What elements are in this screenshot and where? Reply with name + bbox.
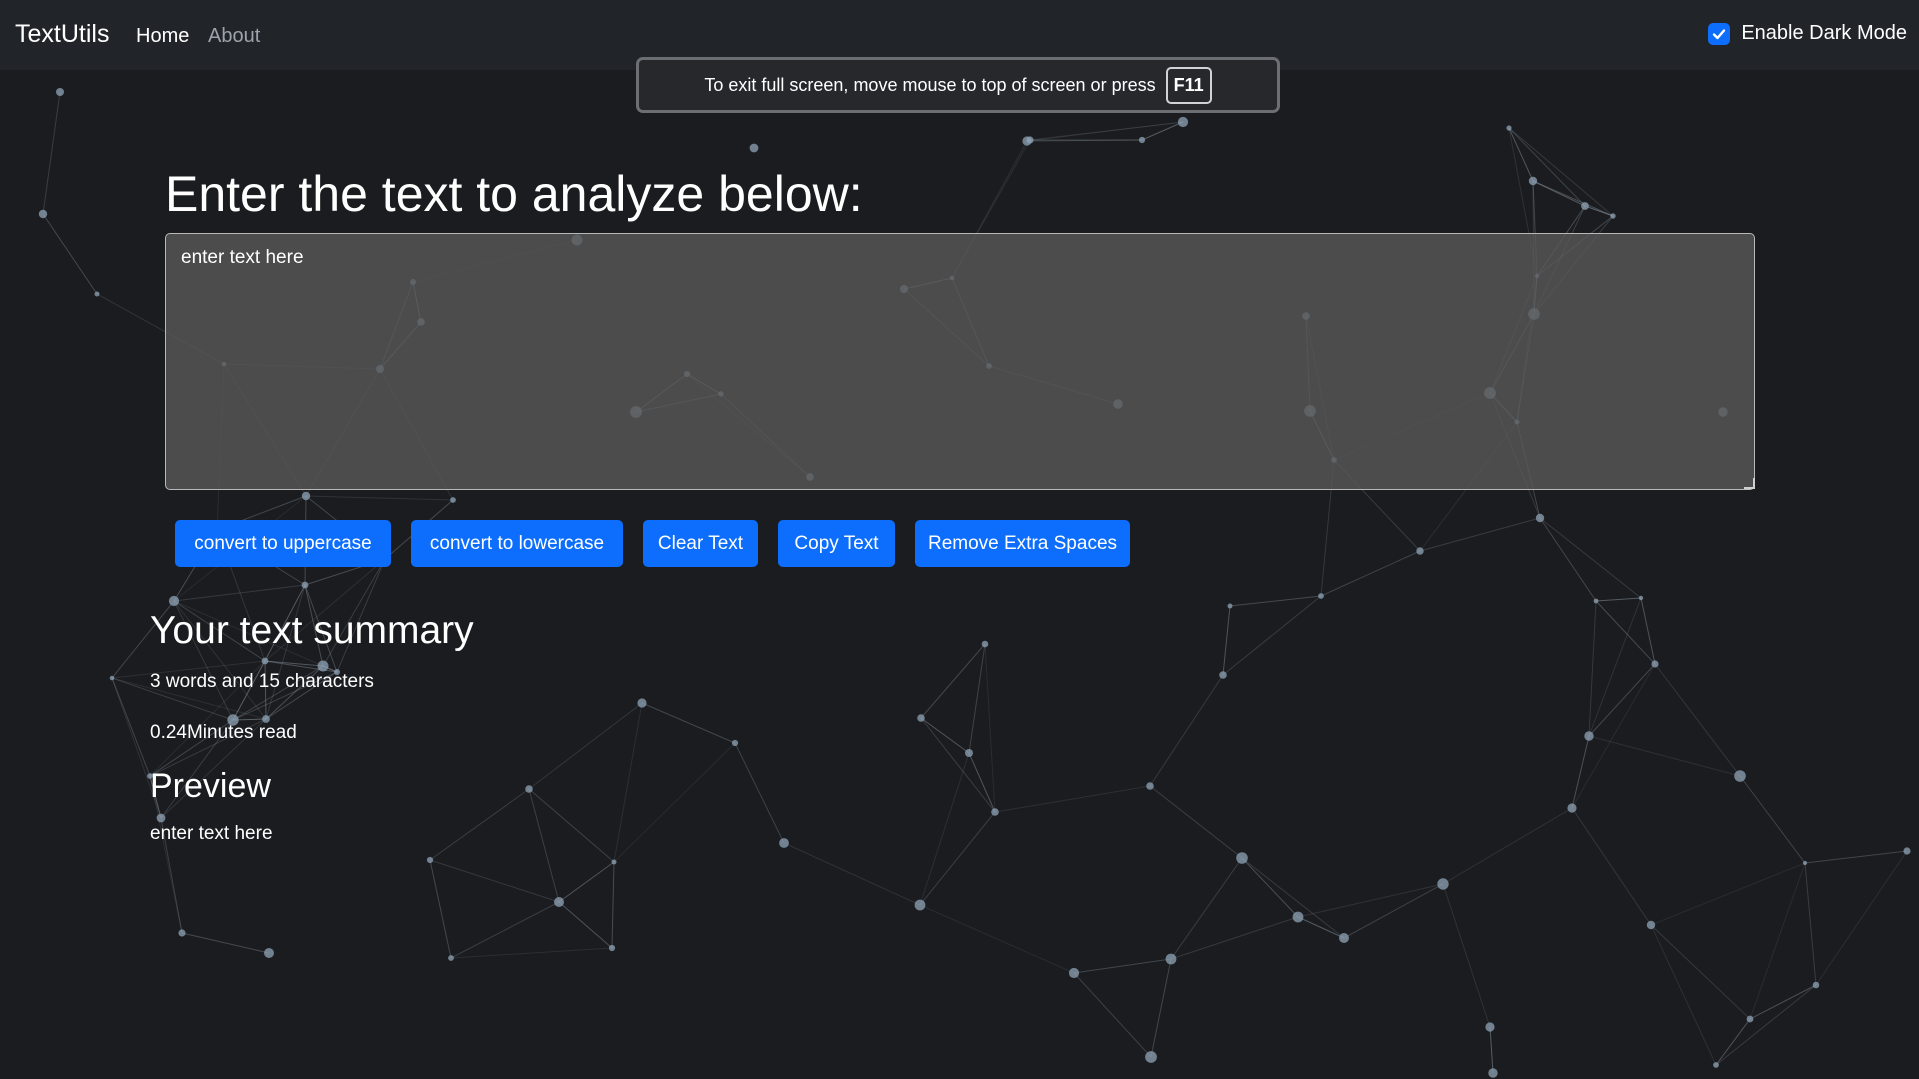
read-time-text: 0.24Minutes read [150, 722, 297, 743]
copy-text-button[interactable]: Copy Text [778, 520, 895, 567]
word-count-text: 3 words and 15 characters [150, 671, 374, 692]
clear-text-button[interactable]: Clear Text [643, 520, 758, 567]
fullscreen-notice-text: To exit full screen, move mouse to top o… [704, 74, 1156, 95]
dark-mode-checkbox[interactable] [1708, 22, 1731, 45]
textarea-resize-handle[interactable] [1744, 478, 1755, 489]
main-content: Enter the text to analyze below: convert… [0, 0, 1919, 1079]
dark-mode-label[interactable]: Enable Dark Mode [1741, 22, 1907, 45]
fullscreen-exit-notice: To exit full screen, move mouse to top o… [636, 57, 1280, 113]
remove-extra-spaces-button[interactable]: Remove Extra Spaces [915, 520, 1130, 567]
uppercase-button[interactable]: convert to uppercase [175, 520, 391, 567]
nav-link-home[interactable]: Home [136, 25, 189, 48]
text-input-area[interactable] [165, 233, 1755, 490]
dark-mode-switch[interactable]: Enable Dark Mode [1708, 22, 1907, 45]
nav-link-about[interactable]: About [208, 25, 260, 48]
preview-title: Preview [150, 767, 271, 805]
summary-title: Your text summary [150, 609, 474, 652]
f11-key-badge: F11 [1165, 66, 1212, 104]
brand-logo[interactable]: TextUtils [15, 20, 109, 49]
checkmark-icon [1713, 28, 1726, 39]
page-heading: Enter the text to analyze below: [165, 166, 863, 222]
lowercase-button[interactable]: convert to lowercase [411, 520, 623, 567]
preview-text: enter text here [150, 823, 273, 844]
